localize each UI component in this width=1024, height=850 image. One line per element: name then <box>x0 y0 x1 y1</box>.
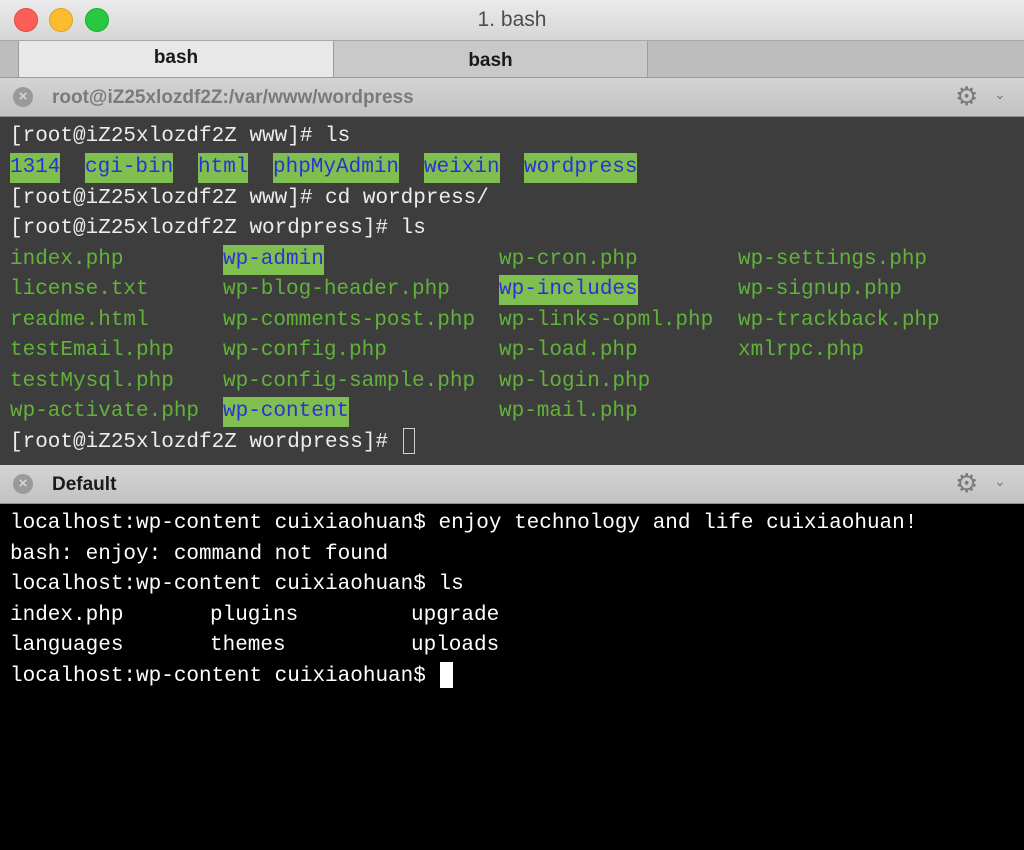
prompt-text: [root@iZ25xlozdf2Z wordpress]# <box>10 431 401 454</box>
file-entry: wp-settings.php <box>738 248 928 271</box>
terminal-line: localhost:wp-content cuixiaohuan$ ls <box>10 573 464 596</box>
terminal-line: [root@iZ25xlozdf2Z www]# ls <box>10 125 351 148</box>
file-entry: languages <box>10 634 124 657</box>
file-entry: license.txt <box>10 278 149 301</box>
chevron-down-icon[interactable]: ⌄ <box>994 86 1006 103</box>
pane-header-top: × root@iZ25xlozdf2Z:/var/www/wordpress ⚙… <box>0 78 1024 117</box>
cursor <box>402 428 415 455</box>
file-entry: wp-comments-post.php <box>223 309 476 332</box>
directory-entry: wp-admin <box>223 245 324 275</box>
gear-icon[interactable]: ⚙ <box>955 469 978 497</box>
chevron-down-icon[interactable]: ⌄ <box>994 473 1006 490</box>
file-entry: xmlrpc.php <box>738 339 865 362</box>
file-entry: wp-links-opml.php <box>499 309 714 332</box>
file-entry: wp-config.php <box>223 339 387 362</box>
cursor <box>440 662 454 689</box>
file-entry: wp-load.php <box>499 339 638 362</box>
file-entry: wp-login.php <box>499 370 651 393</box>
tab-bar: bash bash <box>0 40 1024 78</box>
directory-entry: html <box>198 153 249 183</box>
terminal-window: 1. bash bash bash × root@iZ25xlozdf2Z:/v… <box>0 0 1024 850</box>
file-entry: wp-blog-header.php <box>223 278 450 301</box>
directory-entry: weixin <box>424 153 500 183</box>
pane-title: Default <box>52 474 117 495</box>
terminal-prompt-line: [root@iZ25xlozdf2Z wordpress]# <box>10 428 415 458</box>
directory-entry: cgi-bin <box>85 153 174 183</box>
file-entry: upgrade <box>411 604 500 627</box>
file-entry: readme.html <box>10 309 149 332</box>
file-entry: index.php <box>10 604 124 627</box>
file-entry: testEmail.php <box>10 339 174 362</box>
file-entry: wp-config-sample.php <box>223 370 476 393</box>
directory-entry: wp-includes <box>499 275 638 305</box>
file-entry: wp-trackback.php <box>738 309 940 332</box>
file-entry: themes <box>210 634 286 657</box>
file-entry: wp-cron.php <box>499 248 638 271</box>
close-icon[interactable]: × <box>13 87 33 107</box>
file-entry: testMysql.php <box>10 370 174 393</box>
terminal-line: localhost:wp-content cuixiaohuan$ enjoy … <box>10 512 918 535</box>
directory-entry: 1314 <box>10 153 61 183</box>
pane-title: root@iZ25xlozdf2Z:/var/www/wordpress <box>52 87 414 108</box>
terminal-pane-top[interactable]: [root@iZ25xlozdf2Z www]# ls 1314 cgi-bin… <box>0 117 1024 465</box>
file-entry: wp-activate.php <box>10 400 200 423</box>
directory-entry: phpMyAdmin <box>273 153 400 183</box>
tab-bash-2[interactable]: bash <box>334 41 648 77</box>
terminal-pane-bottom[interactable]: localhost:wp-content cuixiaohuan$ enjoy … <box>0 505 1024 850</box>
file-entry: index.php <box>10 248 124 271</box>
terminal-line: [root@iZ25xlozdf2Z wordpress]# ls <box>10 217 426 240</box>
terminal-line: [root@iZ25xlozdf2Z www]# cd wordpress/ <box>10 187 489 210</box>
file-entry: wp-mail.php <box>499 400 638 423</box>
file-entry: uploads <box>411 634 500 657</box>
terminal-prompt-line: localhost:wp-content cuixiaohuan$ <box>10 662 454 692</box>
close-icon[interactable]: × <box>13 474 33 494</box>
gear-icon[interactable]: ⚙ <box>955 82 978 110</box>
directory-entry: wp-content <box>223 397 350 427</box>
directory-entry: wordpress <box>524 153 638 183</box>
pane-header-bottom: × Default ⚙ ⌄ <box>0 465 1024 504</box>
file-entry: wp-signup.php <box>738 278 902 301</box>
terminal-line: bash: enjoy: command not found <box>10 543 389 566</box>
window-title: 1. bash <box>477 8 547 31</box>
title-bar[interactable]: 1. bash <box>0 0 1024 40</box>
file-entry: plugins <box>210 604 299 627</box>
prompt-text: localhost:wp-content cuixiaohuan$ <box>10 665 439 688</box>
tab-bash-1[interactable]: bash <box>18 41 334 77</box>
